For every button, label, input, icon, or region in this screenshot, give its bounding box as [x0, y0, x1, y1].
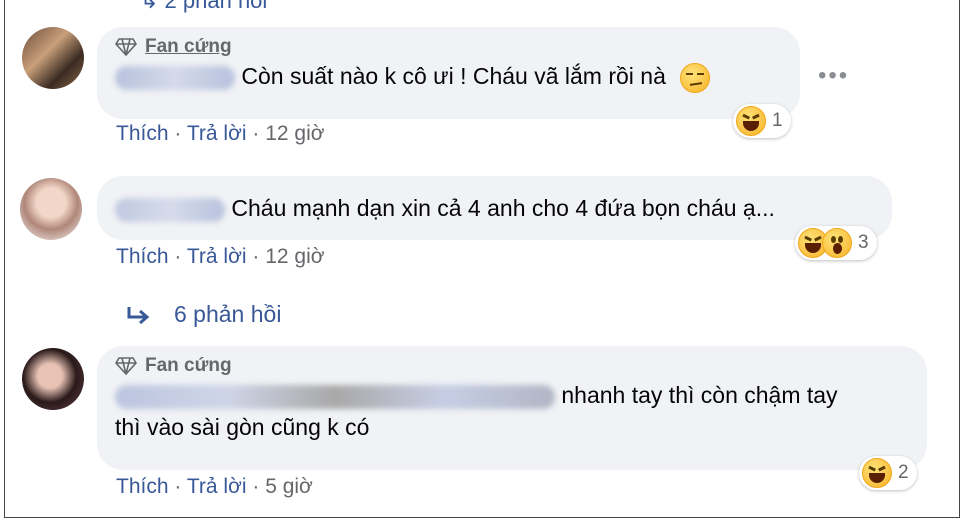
comment-actions: Thích · Trả lời · 12 giờ: [116, 245, 325, 269]
fan-badge-label: Fan cứng: [145, 36, 232, 57]
laughing-emoji-icon: [736, 106, 766, 136]
separator: ·: [252, 475, 260, 498]
comment-actions: Thích · Trả lời · 12 giờ: [116, 122, 325, 146]
like-button[interactable]: Thích: [116, 245, 169, 268]
laughing-emoji-icon: [862, 458, 892, 488]
view-replies-link[interactable]: 6 phản hồi: [126, 301, 281, 328]
comment-bubble: Cháu mạnh dạn xin cả 4 anh cho 4 đứa bọn…: [97, 176, 892, 240]
like-button[interactable]: Thích: [116, 122, 169, 145]
more-options-icon[interactable]: •••: [818, 62, 849, 90]
comment-body-line1: nhanh tay thì còn chậm tay: [561, 382, 838, 408]
comment-text: Cháu mạnh dạn xin cả 4 anh cho 4 đứa bọn…: [115, 192, 874, 224]
blurred-author-name: [115, 197, 225, 222]
fan-badge[interactable]: Fan cứng: [115, 36, 782, 58]
separator: ·: [174, 475, 182, 498]
like-button[interactable]: Thích: [116, 475, 169, 498]
separator: ·: [174, 245, 182, 268]
comment-text: nhanh tay thì còn chậm tay thì vào sài g…: [115, 379, 909, 443]
reaction-summary[interactable]: 3: [795, 226, 877, 260]
separator: ·: [252, 245, 260, 268]
view-replies-link-top[interactable]: ↳ 2 phản hồi: [140, 0, 267, 14]
blurred-author-name: [115, 384, 555, 409]
reply-button[interactable]: Trả lời: [187, 122, 247, 145]
timestamp[interactable]: 12 giờ: [265, 245, 324, 268]
comment-body: Còn suất nào k cô ưi ! Cháu vã lắm rồi n…: [241, 63, 666, 89]
avatar[interactable]: [22, 348, 84, 410]
reaction-count: 3: [858, 232, 869, 253]
timestamp[interactable]: 12 giờ: [265, 122, 324, 145]
comment-bubble: Fan cứng nhanh tay thì còn chậm tay thì …: [97, 346, 927, 470]
separator: ·: [252, 122, 260, 145]
diamond-icon: [115, 357, 137, 375]
reaction-count: 2: [898, 462, 909, 483]
comment-body-line2: thì vào sài gòn cũng k có: [115, 414, 370, 440]
comment-text: Còn suất nào k cô ưi ! Cháu vã lắm rồi n…: [115, 60, 782, 93]
blurred-author-name: [115, 65, 235, 90]
avatar[interactable]: [20, 178, 82, 240]
reaction-count: 1: [772, 110, 783, 131]
reply-arrow-icon: [127, 306, 150, 324]
timestamp[interactable]: 5 giờ: [265, 475, 313, 498]
smirk-emoji-icon: [680, 62, 711, 93]
fan-badge[interactable]: Fan cứng: [115, 355, 909, 377]
reaction-summary[interactable]: 2: [859, 456, 917, 490]
comment-actions: Thích · Trả lời · 5 giờ: [116, 475, 313, 499]
reply-button[interactable]: Trả lời: [187, 475, 247, 498]
reaction-summary[interactable]: 1: [733, 104, 791, 138]
separator: ·: [174, 122, 182, 145]
comment-bubble: Fan cứng Còn suất nào k cô ưi ! Cháu vã …: [97, 27, 800, 119]
wow-emoji-icon: [822, 228, 852, 258]
fan-badge-label: Fan cứng: [145, 355, 232, 376]
diamond-icon: [115, 38, 137, 56]
comment-body: Cháu mạnh dạn xin cả 4 anh cho 4 đứa bọn…: [231, 195, 775, 221]
replies-count-label: 6 phản hồi: [174, 301, 282, 327]
avatar[interactable]: [22, 27, 84, 89]
reply-button[interactable]: Trả lời: [187, 245, 247, 268]
